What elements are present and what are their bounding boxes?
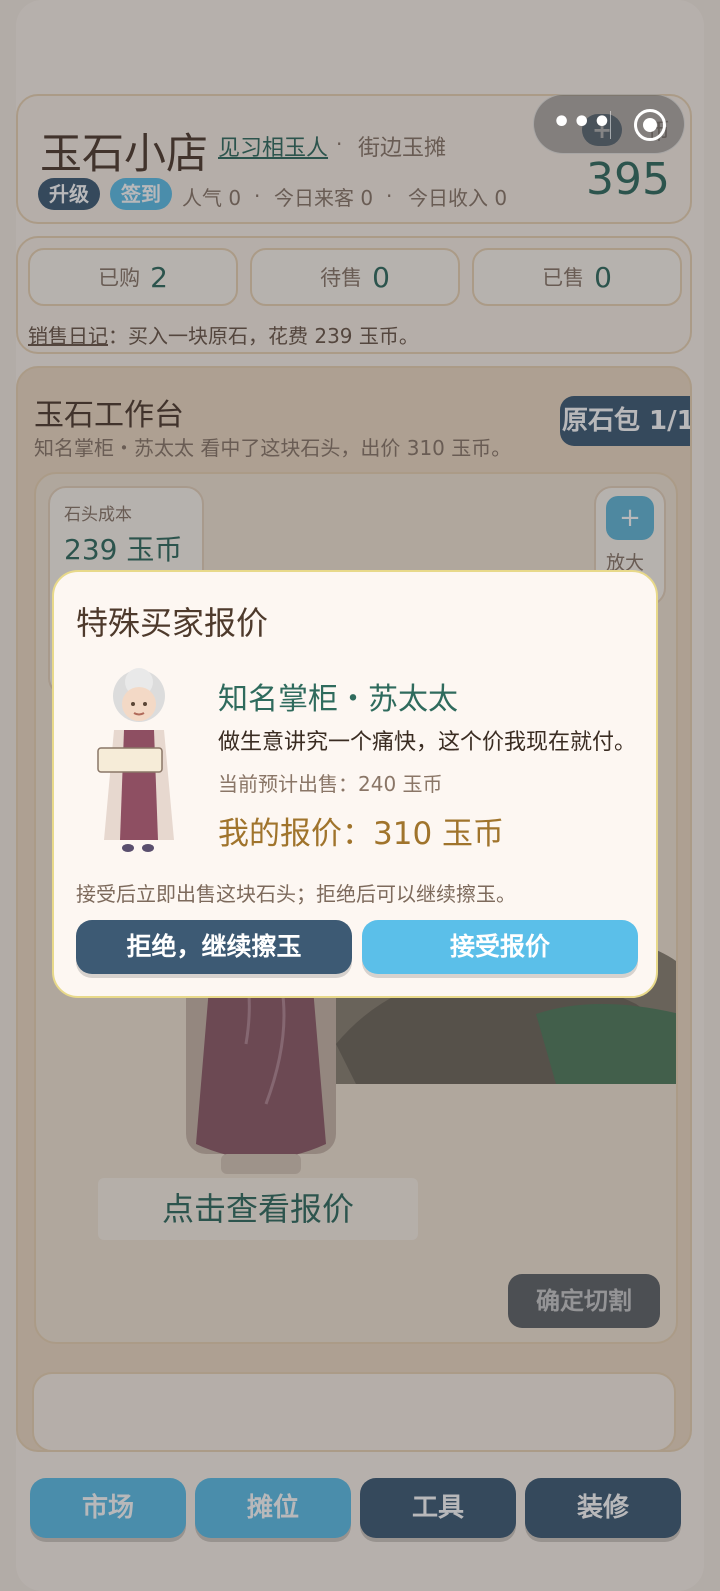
reject-offer-button[interactable]: 拒绝，继续擦玉 [76,920,352,974]
capsule-divider [610,111,611,139]
dialog-title: 特殊买家报价 [76,604,269,642]
more-menu-icon[interactable]: ••• [552,105,613,140]
dialog-hint: 接受后立即出售这块石头；拒绝后可以继续擦玉。 [76,882,516,906]
accept-offer-button[interactable]: 接受报价 [362,920,638,974]
estimated-sale-price: 当前预计出售：240 玉币 [218,772,443,796]
special-buyer-offer-dialog: 特殊买家报价 知名掌柜・苏太太 做生意讲究一个痛快，这个价我现在就付。 当前预计… [52,570,658,998]
buyer-name: 知名掌柜・苏太太 [218,682,458,717]
buyer-quote: 做生意讲究一个痛快，这个价我现在就付。 [218,730,637,755]
buyer-avatar [97,668,174,852]
buyer-offer-price: 我的报价：310 玉币 [218,816,505,852]
miniprogram-capsule: ••• [533,94,685,154]
close-target-icon[interactable] [634,109,666,141]
